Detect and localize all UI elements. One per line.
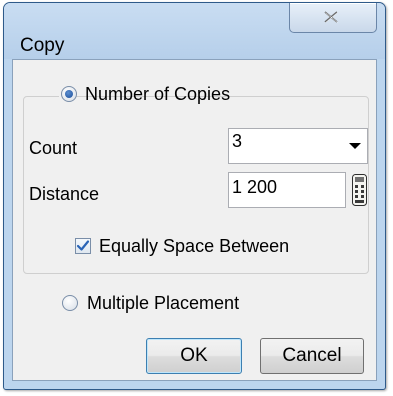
cancel-button[interactable]: Cancel bbox=[260, 338, 364, 374]
count-value: 3 bbox=[232, 131, 243, 151]
distance-value: 1 200 bbox=[232, 177, 278, 197]
close-button[interactable] bbox=[289, 3, 377, 33]
close-icon bbox=[324, 11, 338, 23]
count-label: Count bbox=[29, 138, 78, 158]
number-of-copies-option[interactable]: Number of Copies bbox=[59, 82, 230, 108]
title-bar[interactable]: Copy bbox=[4, 3, 385, 59]
distance-input[interactable]: 1 200 bbox=[228, 172, 346, 208]
dialog-title: Copy bbox=[20, 35, 65, 56]
number-of-copies-radio[interactable] bbox=[61, 86, 77, 102]
chevron-down-icon[interactable] bbox=[349, 143, 361, 149]
count-dropdown[interactable]: 3 bbox=[228, 128, 368, 164]
multiple-placement-label[interactable]: Multiple Placement bbox=[87, 293, 239, 313]
checkmark-icon bbox=[76, 240, 90, 251]
copy-dialog: Copy Number of Copies Count 3 Distance 1… bbox=[3, 2, 386, 390]
multiple-placement-radio[interactable] bbox=[62, 295, 78, 311]
dialog-body: Number of Copies Count 3 Distance 1 200 bbox=[12, 59, 377, 381]
ok-button[interactable]: OK bbox=[146, 338, 242, 374]
calculator-icon[interactable] bbox=[352, 174, 367, 206]
distance-label: Distance bbox=[29, 184, 100, 204]
equally-space-label[interactable]: Equally Space Between bbox=[99, 236, 289, 256]
equally-space-checkbox[interactable] bbox=[75, 238, 91, 254]
number-of-copies-label: Number of Copies bbox=[85, 84, 231, 104]
